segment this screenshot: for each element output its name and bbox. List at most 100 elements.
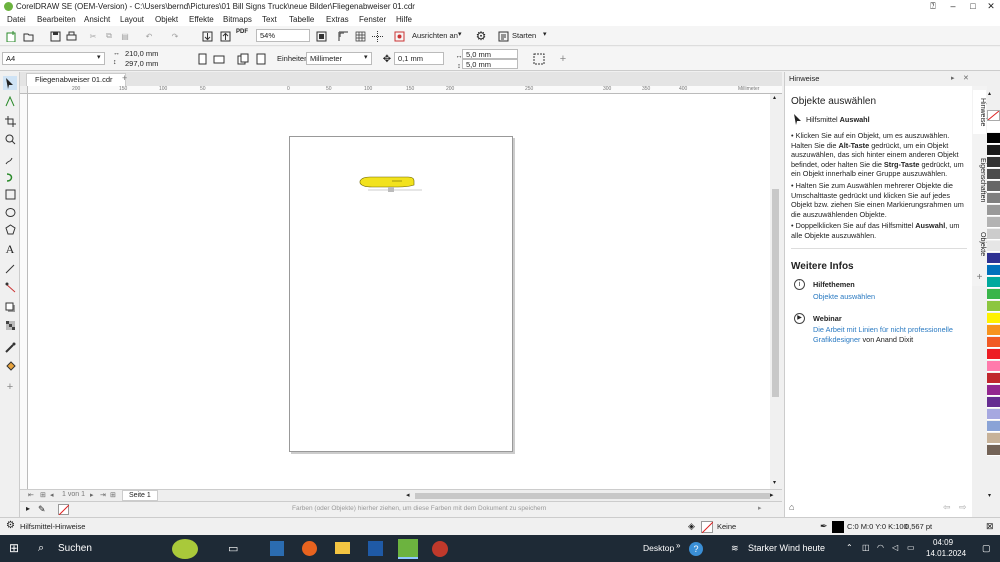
options-gear-icon[interactable]: ⚙ <box>474 29 488 43</box>
color-swatch[interactable] <box>987 169 1000 180</box>
menu-fenster[interactable]: Fenster <box>356 13 389 26</box>
landscape-orientation-icon[interactable] <box>212 52 226 66</box>
eyedropper-tool-icon[interactable] <box>3 340 17 354</box>
weather-text[interactable]: Starker Wind heute <box>748 543 825 553</box>
color-swatch[interactable] <box>987 145 1000 156</box>
palette-eyedropper-icon[interactable]: ✎ <box>38 504 46 515</box>
docker-back-icon[interactable]: ⇦ <box>943 502 951 513</box>
show-guidelines-icon[interactable] <box>370 29 384 43</box>
no-fill-swatch[interactable] <box>987 110 1000 121</box>
tab-hinweise[interactable]: Hinweise <box>973 90 986 134</box>
color-swatch[interactable] <box>987 241 1000 252</box>
help-circle-icon[interactable]: ? <box>689 542 703 556</box>
color-swatch[interactable] <box>987 397 1000 408</box>
color-swatch[interactable] <box>987 445 1000 456</box>
calculator-app-icon[interactable] <box>270 541 284 556</box>
color-swatch[interactable] <box>987 253 1000 264</box>
color-swatch[interactable] <box>987 157 1000 168</box>
vertical-scroll-thumb[interactable] <box>772 189 779 397</box>
ruler-origin[interactable] <box>20 86 28 94</box>
color-swatch[interactable] <box>987 301 1000 312</box>
menu-objekt[interactable]: Objekt <box>152 13 181 26</box>
menu-extras[interactable]: Extras <box>323 13 352 26</box>
docker-close-icon[interactable]: ✕ <box>963 74 969 82</box>
text-tool-icon[interactable]: A <box>3 242 17 256</box>
previous-page-icon[interactable]: ◂ <box>50 491 54 499</box>
zoom-tool-icon[interactable] <box>3 132 17 146</box>
color-swatch[interactable] <box>987 193 1000 204</box>
color-swatch[interactable] <box>987 265 1000 276</box>
page-size-chevron-down-icon[interactable]: ▾ <box>97 53 101 61</box>
color-swatch[interactable] <box>987 181 1000 192</box>
network-icon[interactable]: ◫ <box>862 543 870 552</box>
horizontal-ruler[interactable]: 200 150 100 50 0 50 100 150 200 250 300 … <box>28 86 782 94</box>
add-page-before-icon[interactable]: ⊞ <box>40 491 46 499</box>
scroll-up-arrow-icon[interactable]: ▴ <box>773 94 776 101</box>
palette-up-arrow-icon[interactable]: ▴ <box>988 90 991 97</box>
duplicate-y-field[interactable]: 5,0 mm <box>462 59 518 69</box>
docker-expand-icon[interactable]: ▸ <box>951 74 955 82</box>
docker-forward-icon[interactable]: ⇨ <box>959 502 967 513</box>
print-icon[interactable] <box>64 29 78 43</box>
desktop-chevron-icon[interactable]: » <box>676 541 680 550</box>
add-page-after-icon[interactable]: ⊞ <box>110 491 116 499</box>
tab-objekte[interactable]: Objekte <box>973 226 986 262</box>
document-page[interactable] <box>289 136 513 452</box>
color-swatch[interactable] <box>987 289 1000 300</box>
color-swatch[interactable] <box>987 349 1000 360</box>
palette-scroll-right-icon[interactable]: ▸ <box>758 504 762 512</box>
minimize-button[interactable]: – <box>944 0 962 13</box>
copy-icon[interactable]: ⧉ <box>102 29 116 43</box>
wifi-icon[interactable]: ◠ <box>877 543 884 552</box>
fill-color-swatch[interactable] <box>701 521 714 534</box>
color-swatch[interactable] <box>987 421 1000 432</box>
help-icon[interactable]: ⍰ <box>924 0 942 13</box>
palette-menu-icon[interactable]: ▸ <box>26 504 30 513</box>
desktop-label[interactable]: Desktop <box>643 543 674 553</box>
vertical-scrollbar[interactable]: ▴ ▾ <box>770 94 782 489</box>
export-icon[interactable] <box>218 29 232 43</box>
drop-shadow-tool-icon[interactable] <box>3 300 17 314</box>
document-tab[interactable]: Fliegenabweiser 01.cdr <box>26 73 126 86</box>
outline-color-swatch[interactable] <box>832 521 844 533</box>
duplicate-x-field[interactable]: 5,0 mm <box>462 49 518 59</box>
units-select[interactable]: Millimeter <box>306 52 372 65</box>
new-document-icon[interactable] <box>4 29 18 43</box>
battery-icon[interactable]: ▭ <box>907 543 915 552</box>
interactive-fill-tool-icon[interactable] <box>3 358 17 372</box>
paste-icon[interactable]: ▤ <box>118 29 132 43</box>
add-tool-plus-icon[interactable]: + <box>3 380 17 394</box>
drawing-canvas[interactable] <box>28 94 770 489</box>
volume-icon[interactable]: ◁ <box>892 543 898 552</box>
app-icon-4[interactable] <box>368 541 383 556</box>
vertical-ruler[interactable] <box>20 94 28 489</box>
artistic-media-tool-icon[interactable] <box>3 170 17 184</box>
first-page-icon[interactable]: ⇤ <box>28 491 34 499</box>
color-swatch[interactable] <box>987 337 1000 348</box>
clock-time[interactable]: 04:09 <box>933 538 953 547</box>
color-swatch[interactable] <box>987 325 1000 336</box>
shape-tool-icon[interactable] <box>3 94 17 108</box>
save-icon[interactable] <box>48 29 62 43</box>
settings-gear-icon[interactable]: ⚙ <box>6 520 15 531</box>
color-swatch[interactable] <box>987 409 1000 420</box>
scroll-right-arrow-icon[interactable]: ▸ <box>770 491 774 499</box>
show-grid-icon[interactable] <box>353 29 367 43</box>
undo-icon[interactable]: ↶ <box>142 29 156 43</box>
menu-bitmaps[interactable]: Bitmaps <box>220 13 255 26</box>
polygon-tool-icon[interactable] <box>3 222 17 236</box>
launch-chevron-down-icon[interactable]: ▾ <box>543 30 547 38</box>
status-expand-icon[interactable]: ⊠ <box>986 521 994 532</box>
menu-datei[interactable]: Datei <box>4 13 29 26</box>
parallel-dimension-tool-icon[interactable] <box>3 262 17 276</box>
color-swatch[interactable] <box>987 205 1000 216</box>
menu-effekte[interactable]: Effekte <box>186 13 217 26</box>
nudge-distance-field[interactable]: 0,1 mm <box>394 52 444 65</box>
maximize-button[interactable]: □ <box>964 0 982 13</box>
app-icon-6[interactable] <box>432 541 448 557</box>
connector-tool-icon[interactable] <box>3 280 17 294</box>
color-swatch[interactable] <box>987 373 1000 384</box>
menu-text[interactable]: Text <box>259 13 280 26</box>
scroll-left-arrow-icon[interactable]: ◂ <box>406 491 410 499</box>
page-tab-1[interactable]: Seite 1 <box>122 490 158 501</box>
